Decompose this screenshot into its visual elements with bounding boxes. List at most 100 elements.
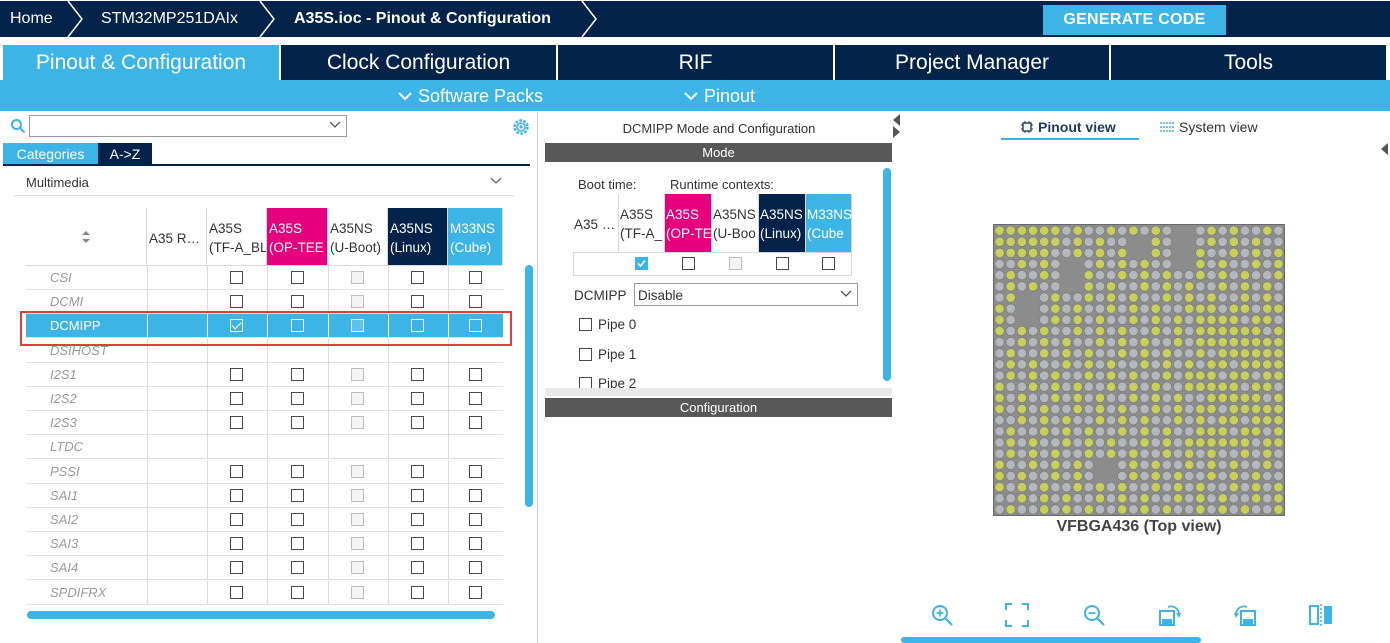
pin[interactable]	[1072, 314, 1083, 325]
pin[interactable]	[1139, 281, 1150, 292]
pin[interactable]	[1050, 415, 1061, 426]
pin[interactable]	[1128, 415, 1139, 426]
pipe-1-checkbox[interactable]: Pipe 1	[579, 347, 636, 362]
pin[interactable]	[1206, 381, 1217, 392]
pin[interactable]	[1239, 247, 1250, 258]
pin[interactable]	[1083, 381, 1094, 392]
pin[interactable]	[1273, 470, 1284, 481]
pin[interactable]	[994, 426, 1005, 437]
pin[interactable]	[1039, 303, 1050, 314]
table-row[interactable]: SAI1	[26, 483, 503, 508]
pin[interactable]	[994, 448, 1005, 459]
pin[interactable]	[1094, 325, 1105, 336]
pin[interactable]	[1150, 281, 1161, 292]
context-checkbox[interactable]	[290, 513, 304, 526]
pin[interactable]	[1016, 415, 1027, 426]
pin[interactable]	[1117, 225, 1128, 236]
pin[interactable]	[1206, 404, 1217, 415]
pin[interactable]	[1239, 270, 1250, 281]
pin[interactable]	[1239, 426, 1250, 437]
pin[interactable]	[1139, 415, 1150, 426]
pin[interactable]	[1239, 459, 1250, 470]
pin[interactable]	[1206, 270, 1217, 281]
pin[interactable]	[1106, 404, 1117, 415]
pin[interactable]	[1028, 426, 1039, 437]
pin[interactable]	[1083, 270, 1094, 281]
pin[interactable]	[1039, 225, 1050, 236]
pin[interactable]	[1173, 281, 1184, 292]
pin[interactable]	[1094, 314, 1105, 325]
pin[interactable]	[1061, 303, 1072, 314]
pin[interactable]	[1083, 337, 1094, 348]
pin[interactable]	[1184, 325, 1195, 336]
pin[interactable]	[1195, 370, 1206, 381]
pin[interactable]	[1083, 415, 1094, 426]
pin[interactable]	[1039, 392, 1050, 403]
pin[interactable]	[1195, 314, 1206, 325]
dcmipp-select[interactable]: Disable	[634, 283, 858, 306]
pin[interactable]	[1039, 437, 1050, 448]
pin[interactable]	[1150, 448, 1161, 459]
pin[interactable]	[1195, 437, 1206, 448]
pin[interactable]	[994, 470, 1005, 481]
pin[interactable]	[1106, 426, 1117, 437]
pin[interactable]	[1273, 459, 1284, 470]
pin[interactable]	[1262, 381, 1273, 392]
pin[interactable]	[1262, 270, 1273, 281]
pin[interactable]	[1016, 281, 1027, 292]
pin[interactable]	[1072, 504, 1083, 515]
pin[interactable]	[1016, 504, 1027, 515]
context-checkbox[interactable]	[411, 416, 424, 430]
pin[interactable]	[1195, 259, 1206, 270]
pin[interactable]	[1161, 303, 1172, 314]
pin[interactable]	[1005, 247, 1016, 258]
context-checkbox[interactable]	[290, 561, 304, 575]
sort-header[interactable]	[26, 208, 147, 266]
pin[interactable]	[1016, 404, 1027, 415]
pin[interactable]	[1039, 259, 1050, 270]
pin[interactable]	[994, 504, 1005, 515]
pin[interactable]	[1195, 459, 1206, 470]
pin[interactable]	[1217, 225, 1228, 236]
pin[interactable]	[1217, 247, 1228, 258]
pin[interactable]	[1028, 236, 1039, 247]
pin[interactable]	[1273, 236, 1284, 247]
pin[interactable]	[994, 482, 1005, 493]
pin[interactable]	[1061, 292, 1072, 303]
pin[interactable]	[1239, 392, 1250, 403]
pin[interactable]	[1195, 292, 1206, 303]
pin[interactable]	[1117, 404, 1128, 415]
pin[interactable]	[1251, 493, 1262, 504]
pin[interactable]	[1251, 392, 1262, 403]
pin[interactable]	[1072, 415, 1083, 426]
pin[interactable]	[1173, 292, 1184, 303]
pin[interactable]	[1262, 504, 1273, 515]
pin[interactable]	[1195, 281, 1206, 292]
pin[interactable]	[1050, 314, 1061, 325]
pin[interactable]	[1161, 337, 1172, 348]
pin[interactable]	[1028, 225, 1039, 236]
context-checkbox[interactable]	[468, 585, 482, 599]
pin[interactable]	[1206, 236, 1217, 247]
column-header[interactable]: A35S (TF-A_BL	[207, 208, 267, 266]
pin[interactable]	[1028, 392, 1039, 403]
pin[interactable]	[1184, 348, 1195, 359]
pin[interactable]	[1228, 281, 1239, 292]
pin[interactable]	[1016, 247, 1027, 258]
context-checkbox[interactable]	[411, 513, 424, 526]
pin[interactable]	[1262, 392, 1273, 403]
pin[interactable]	[1217, 504, 1228, 515]
pin[interactable]	[1273, 270, 1284, 281]
pin[interactable]	[1016, 381, 1027, 392]
pin[interactable]	[1016, 270, 1027, 281]
pin[interactable]	[1106, 337, 1117, 348]
horizontal-scrollbar[interactable]	[901, 637, 1201, 643]
pin[interactable]	[1262, 370, 1273, 381]
pin[interactable]	[1128, 459, 1139, 470]
chevron-down-icon[interactable]	[329, 118, 341, 132]
context-checkbox[interactable]	[775, 257, 789, 270]
pin[interactable]	[1206, 292, 1217, 303]
pin[interactable]	[1005, 325, 1016, 336]
pin[interactable]	[1083, 482, 1094, 493]
generate-code-button[interactable]: GENERATE CODE	[1043, 5, 1226, 35]
